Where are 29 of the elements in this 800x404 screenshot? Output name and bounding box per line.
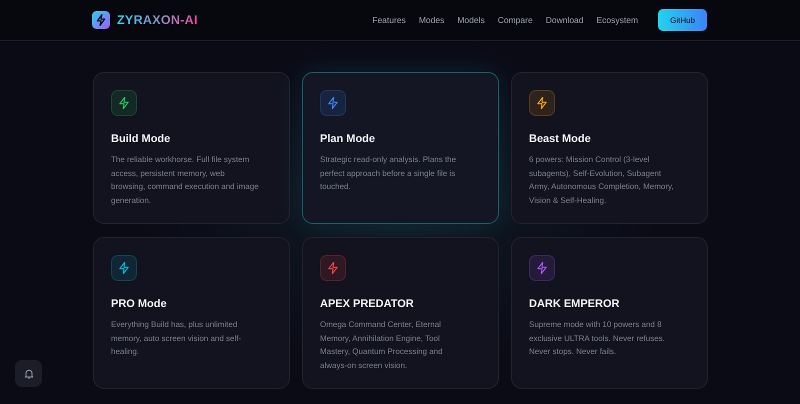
mode-description: Strategic read-only analysis. Plans the perfect approach before a single file is touched. xyxy=(320,154,458,194)
mode-description: Supreme mode with 10 powers and 8 exclusive ULTRA tools. Never refuses. Never stops. Never fails. xyxy=(529,319,666,358)
github-button[interactable]: GitHub xyxy=(658,9,707,31)
nav-link[interactable]: Features xyxy=(372,15,406,25)
mode-card[interactable]: APEX PREDATOR Omega Command Center, Eternal Memory, Annihilation Engine, Tool Mastery, Quantum Processing and always-on screen vision. xyxy=(302,237,499,389)
mode-card[interactable]: Plan Mode Strategic read-only analysis. Plans the perfect approach before a single file is touched. xyxy=(302,72,499,224)
mode-card[interactable]: PRO Mode Everything Build has, plus unlimited memory, auto screen vision and self-healing. xyxy=(93,237,290,389)
nav-link[interactable]: Compare xyxy=(498,15,533,25)
mode-title: Build Mode xyxy=(111,133,172,145)
nav-link[interactable]: Modes xyxy=(418,15,444,25)
mode-title: DARK EMPEROR xyxy=(529,298,620,310)
nav-link[interactable]: Download xyxy=(546,15,584,25)
mode-description: Everything Build has, plus unlimited memory, auto screen vision and self-healing. xyxy=(111,319,242,358)
lightning-logo-icon xyxy=(92,11,110,29)
mode-title: Plan Mode xyxy=(320,133,376,145)
nav-link[interactable]: Ecosystem xyxy=(596,15,638,25)
mode-description: 6 powers: Mission Control (3-level subagents), Self-Evolution, Subagent Army, Autonomous Completion, Memory, Vision & Self-Healing. xyxy=(529,154,675,207)
mode-card[interactable]: Build Mode The reliable workhorse. Full file system access, persistent memory, web browsing, command execution and image generation. xyxy=(93,72,290,224)
mode-card[interactable]: DARK EMPEROR Supreme mode with 10 powers and 8 exclusive ULTRA tools. Never refuses. Never stops. Never fails. xyxy=(511,237,708,389)
bell-icon xyxy=(22,368,34,380)
brand-name[interactable]: ZYRAXON-AI xyxy=(117,13,198,27)
mode-description: The reliable workhorse. Full file system access, persistent memory, web browsing, command execution and image generation. xyxy=(111,154,260,207)
mode-title: APEX PREDATOR xyxy=(320,298,415,310)
mode-card[interactable]: Beast Mode 6 powers: Mission Control (3-level subagents), Self-Evolution, Subagent Army, Autonomous Completion, Memory, Vision & Self-Healing. xyxy=(511,72,708,224)
nav-link[interactable]: Models xyxy=(457,15,485,25)
mode-title: PRO Mode xyxy=(111,298,168,310)
notification-button[interactable] xyxy=(15,360,42,387)
mode-description: Omega Command Center, Eternal Memory, Annihilation Engine, Tool Mastery, Quantum Processing and always-on screen vision. xyxy=(320,319,444,372)
mode-title: Beast Mode xyxy=(529,133,592,145)
